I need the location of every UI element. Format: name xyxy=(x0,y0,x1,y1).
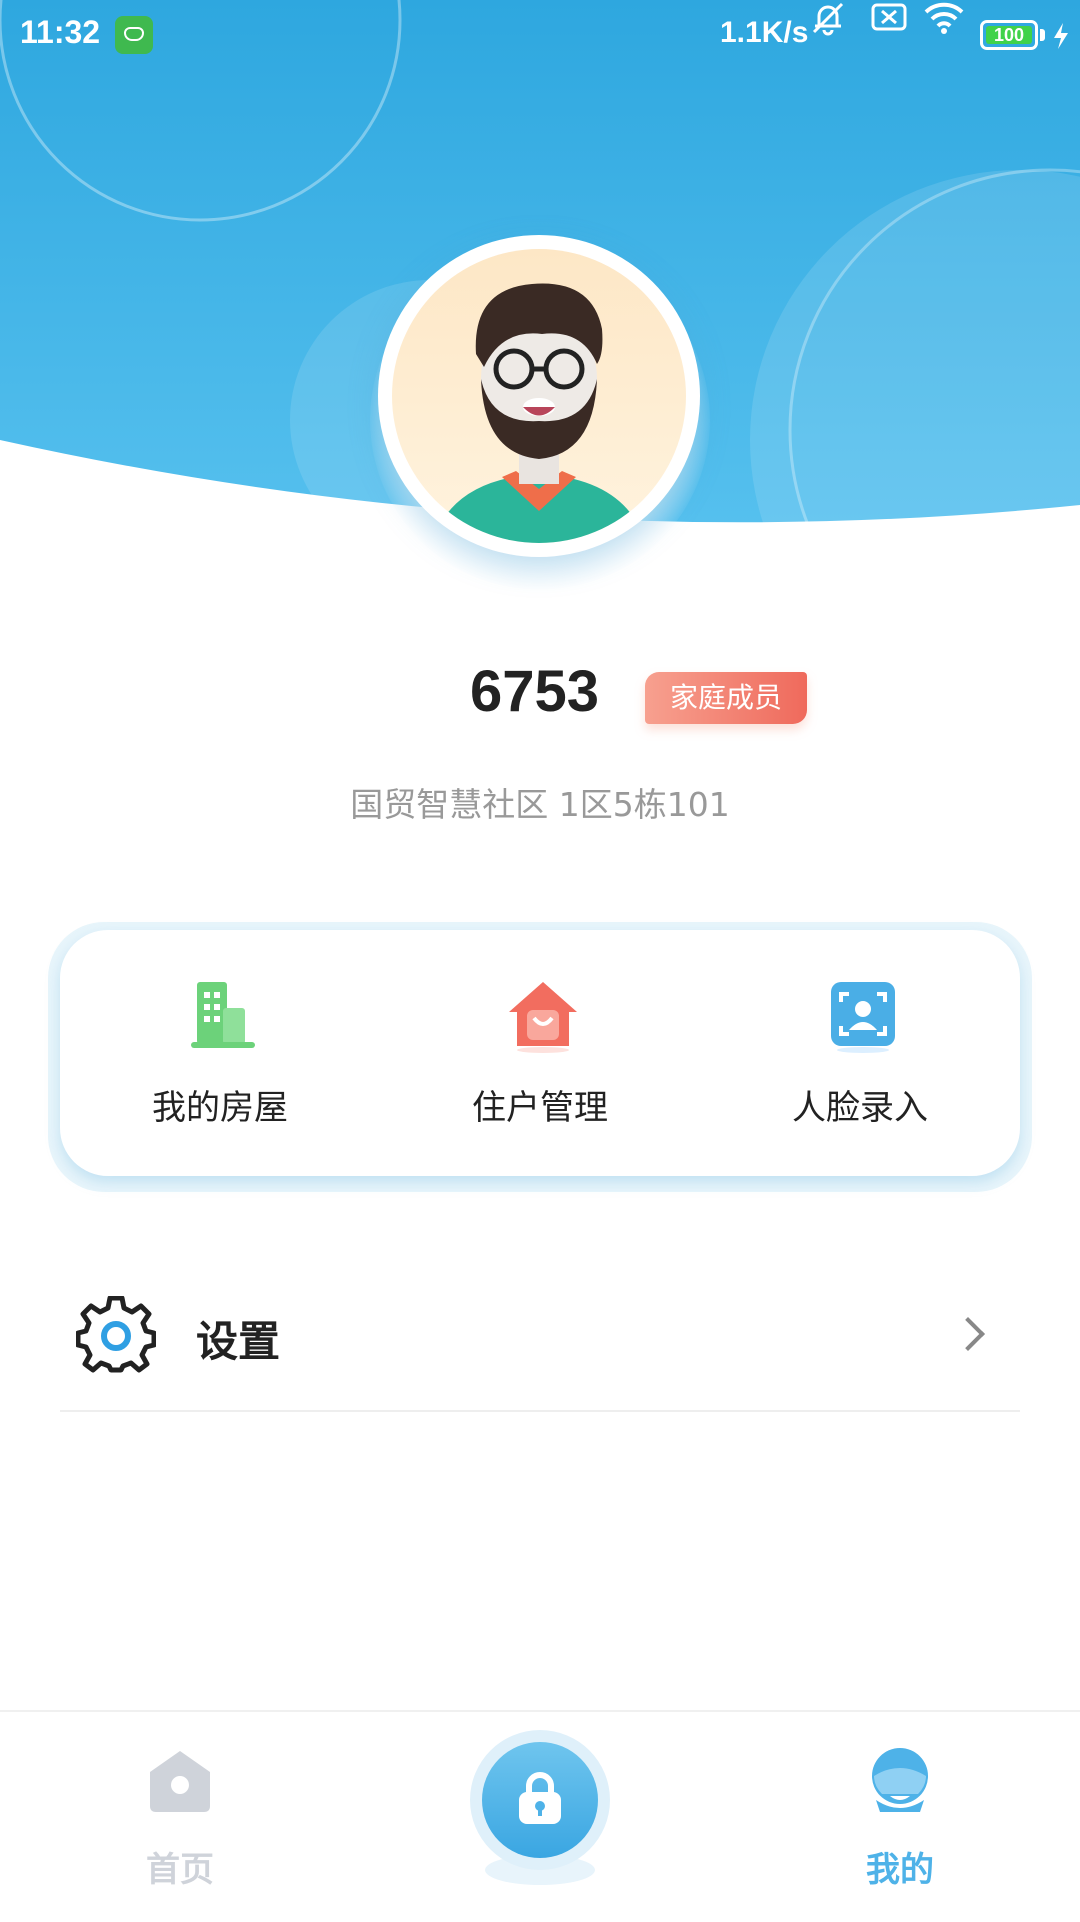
user-address: 国贸智慧社区 1区5栋101 xyxy=(350,785,730,824)
chevron-right-icon xyxy=(951,1317,985,1351)
quick-action-label: 我的房屋 xyxy=(152,1088,288,1128)
quick-action-label: 人脸录入 xyxy=(792,1088,928,1128)
status-bar: 11:32 1.1K/s 100 xyxy=(0,0,1080,72)
nav-mine[interactable]: 我的 xyxy=(800,1712,1000,1922)
nav-home[interactable]: 首页 xyxy=(80,1712,280,1922)
battery-icon: 100 xyxy=(980,20,1038,50)
battery-level: 100 xyxy=(986,26,1032,44)
nav-home-label: 首页 xyxy=(146,1850,214,1890)
settings-label: 设置 xyxy=(196,1317,281,1366)
lock-icon xyxy=(519,1772,561,1824)
sim-x-icon xyxy=(871,3,907,31)
mute-bell-icon xyxy=(812,2,844,36)
app-cat-icon xyxy=(115,16,153,54)
quick-action-label: 住户管理 xyxy=(472,1088,608,1128)
role-badge: 家庭成员 xyxy=(645,672,807,724)
building-icon xyxy=(191,982,255,1048)
quick-action-resident-management[interactable]: 住户管理 xyxy=(380,930,700,1176)
settings-row[interactable]: 设置 xyxy=(60,1270,1020,1412)
wifi-icon xyxy=(924,2,964,34)
charging-bolt-icon xyxy=(1054,23,1068,49)
face-scan-icon xyxy=(831,982,895,1053)
user-icon xyxy=(872,1748,928,1812)
battery-tip xyxy=(1040,29,1045,41)
gear-icon xyxy=(76,1296,156,1373)
nav-mine-label: 我的 xyxy=(866,1850,934,1890)
unlock-button[interactable] xyxy=(470,1730,610,1870)
quick-action-my-house[interactable]: 我的房屋 xyxy=(60,930,380,1176)
quick-actions-card: 我的房屋 住户管理 人脸录入 xyxy=(60,930,1020,1176)
unlock-button-inner xyxy=(482,1742,598,1858)
avatar[interactable] xyxy=(378,235,700,557)
house-bag-icon xyxy=(509,982,577,1053)
status-time: 11:32 xyxy=(20,14,101,50)
avatar-illustration xyxy=(432,283,646,543)
quick-action-face-enroll[interactable]: 人脸录入 xyxy=(700,930,1020,1176)
user-name: 6753 xyxy=(470,659,600,724)
avatar-image xyxy=(392,249,686,543)
network-speed: 1.1K/s xyxy=(720,16,809,49)
home-icon xyxy=(150,1751,210,1812)
